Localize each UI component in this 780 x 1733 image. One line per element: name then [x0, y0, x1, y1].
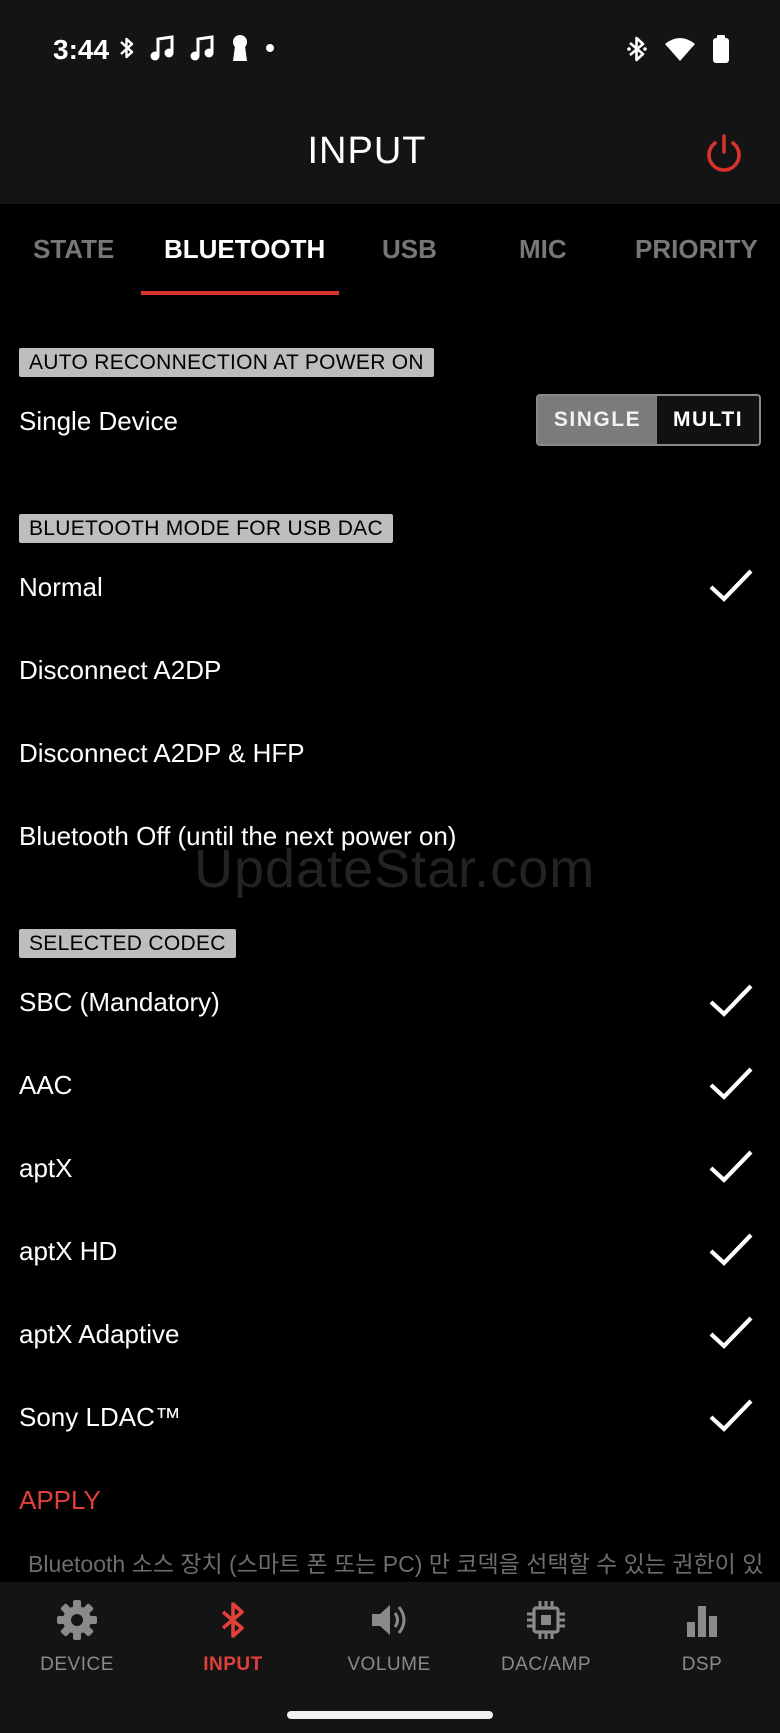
section-title-auto-reconnection: AUTO RECONNECTION AT POWER ON: [19, 348, 434, 377]
active-tab-indicator: [141, 291, 339, 295]
watermark: UpdateStar.com: [194, 839, 596, 899]
reconnect-mode-toggle: SINGLE MULTI: [536, 394, 761, 446]
check-icon: [709, 1067, 753, 1100]
bluetooth-icon: [627, 36, 647, 62]
codec-option[interactable]: Sony LDAC™: [19, 1402, 181, 1433]
bluetooth-icon: [221, 1602, 244, 1638]
usb-dac-mode-option[interactable]: Disconnect A2DP: [19, 655, 221, 686]
nav-label-dsp: DSP: [681, 1654, 723, 1675]
codec-option[interactable]: AAC: [19, 1070, 72, 1101]
speaker-icon: [372, 1605, 406, 1635]
music-note-icon: [190, 35, 214, 61]
bluetooth-icon: [120, 37, 134, 59]
music-note-icon: [150, 35, 174, 61]
status-left-icons: [118, 34, 276, 62]
single-device-label: Single Device: [19, 406, 178, 436]
tab-bar: STATE BLUETOOTH USB MIC PRIORITY: [0, 204, 780, 296]
nav-item-input[interactable]: INPUT: [168, 1598, 298, 1676]
tab-usb[interactable]: USB: [382, 234, 437, 265]
nav-item-dac-amp[interactable]: DAC/AMP: [481, 1598, 611, 1676]
battery-icon: [713, 35, 729, 63]
status-bar: 3:44: [0, 0, 780, 100]
nav-item-dsp[interactable]: DSP: [637, 1598, 767, 1676]
codec-option[interactable]: aptX HD: [19, 1236, 117, 1267]
usb-dac-mode-option[interactable]: Normal: [19, 572, 103, 603]
chip-icon: [527, 1601, 565, 1639]
status-time: 3:44: [53, 34, 110, 65]
nav-label-dac-amp: DAC/AMP: [500, 1654, 592, 1675]
section-title-usb-dac-mode: BLUETOOTH MODE FOR USB DAC: [19, 514, 393, 543]
codec-note: Bluetooth 소스 장치 (스마트 폰 또는 PC) 만 코덱을 선택할 …: [28, 1551, 764, 1577]
multi-option-button[interactable]: MULTI: [657, 396, 759, 444]
power-icon[interactable]: [702, 132, 746, 176]
home-indicator[interactable]: [287, 1711, 493, 1719]
single-option-button[interactable]: SINGLE: [538, 396, 657, 444]
usb-dac-mode-option[interactable]: Disconnect A2DP & HFP: [19, 738, 305, 769]
codec-option[interactable]: aptX Adaptive: [19, 1319, 179, 1350]
tab-mic[interactable]: MIC: [519, 234, 567, 265]
check-icon: [709, 569, 753, 602]
nav-label-device: DEVICE: [40, 1654, 114, 1675]
check-icon: [709, 1233, 753, 1266]
wifi-icon: [665, 38, 695, 61]
status-right-icons: [626, 34, 730, 64]
nav-label-input: INPUT: [203, 1654, 263, 1675]
app-header: INPUT: [0, 100, 780, 204]
check-icon: [709, 1316, 753, 1349]
tab-priority[interactable]: PRIORITY: [635, 234, 758, 265]
gear-icon: [57, 1600, 97, 1640]
check-icon: [709, 1399, 753, 1432]
check-icon: [709, 1150, 753, 1183]
apply-button[interactable]: APPLY: [19, 1485, 101, 1516]
check-icon: [709, 984, 753, 1017]
codec-option[interactable]: SBC (Mandatory): [19, 987, 220, 1018]
equalizer-icon: [687, 1606, 717, 1637]
nav-item-device[interactable]: DEVICE: [12, 1598, 142, 1676]
nav-item-volume[interactable]: VOLUME: [324, 1598, 454, 1676]
nav-label-volume: VOLUME: [347, 1654, 431, 1675]
section-title-selected-codec: SELECTED CODEC: [19, 929, 236, 958]
codec-option[interactable]: aptX: [19, 1153, 73, 1184]
keyhole-icon: [233, 35, 247, 61]
dot-icon: [266, 44, 274, 52]
page-title: INPUT: [307, 130, 427, 172]
tab-bluetooth[interactable]: BLUETOOTH: [164, 234, 325, 265]
tab-state[interactable]: STATE: [33, 234, 114, 265]
